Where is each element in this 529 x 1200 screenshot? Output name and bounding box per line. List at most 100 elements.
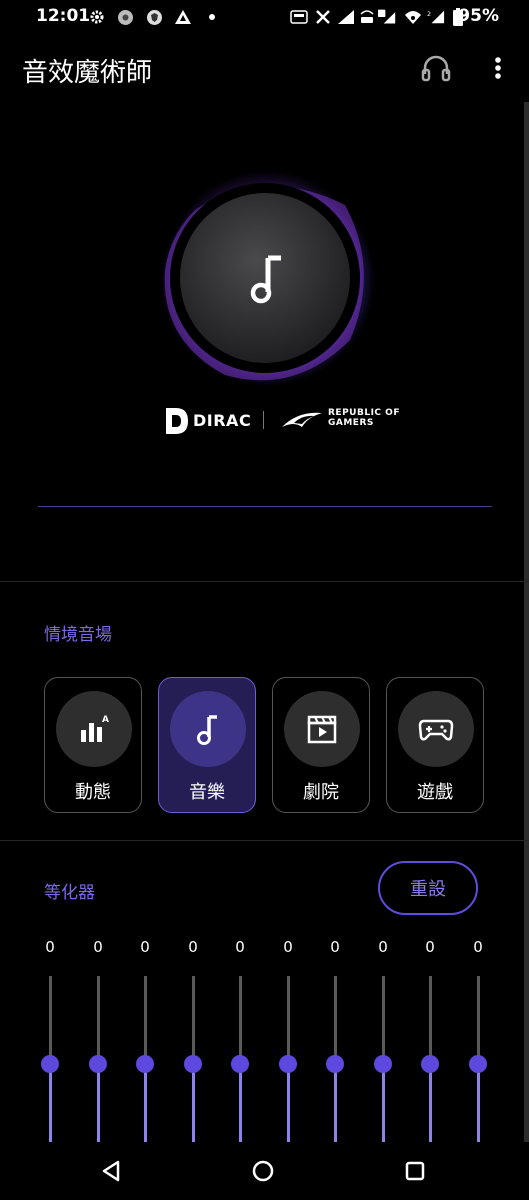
eq-band-value: 0 — [235, 938, 245, 956]
eq-slider-fill[interactable] — [381, 1064, 385, 1142]
status-bar: 12:01 2 95% — [0, 0, 529, 34]
rog-eye-logo-icon — [282, 412, 322, 427]
reset-button[interactable]: 重設 — [378, 861, 478, 915]
scene-label: 音樂 — [189, 782, 225, 803]
back-triangle-icon — [102, 1160, 120, 1182]
scene-card-music[interactable]: 音樂 — [158, 677, 256, 813]
eq-slider-thumb[interactable] — [136, 1055, 154, 1073]
eq-band-value: 0 — [283, 938, 293, 956]
navigation-bar — [0, 1142, 529, 1200]
more-vert-icon — [495, 57, 501, 79]
eq-slider-thumb[interactable] — [326, 1055, 344, 1073]
page-title: 音效魔術師 — [22, 58, 153, 88]
eq-slider-fill[interactable] — [48, 1064, 52, 1142]
eq-slider-fill[interactable] — [238, 1064, 242, 1142]
eq-band-value: 0 — [473, 938, 483, 956]
more-options-button[interactable] — [484, 50, 512, 86]
sound-mode-visual[interactable] — [135, 150, 395, 410]
recents-square-icon — [405, 1161, 425, 1181]
eq-slider-track[interactable] — [333, 976, 337, 1064]
headphones-button[interactable] — [418, 50, 454, 86]
section-divider — [0, 840, 529, 841]
scene-card-game[interactable]: 遊戲 — [386, 677, 484, 813]
gamepad-icon — [418, 719, 454, 741]
eq-slider-fill[interactable] — [286, 1064, 290, 1142]
dot-icon — [203, 8, 221, 26]
eq-slider-fill[interactable] — [191, 1064, 195, 1142]
brand-logos: DIRAC REPUBLIC OF GAMERS — [165, 405, 415, 439]
eq-slider-track[interactable] — [381, 976, 385, 1064]
scene-card-theater[interactable]: 劇院 — [272, 677, 370, 813]
eq-slider-track[interactable] — [428, 976, 432, 1064]
scene-icon-bg — [170, 691, 246, 767]
eq-band-value: 0 — [188, 938, 198, 956]
rog-line-2: GAMERS — [328, 418, 374, 428]
eq-slider-thumb[interactable] — [184, 1055, 202, 1073]
eq-slider-thumb[interactable] — [89, 1055, 107, 1073]
equalizer-title: 等化器 — [44, 883, 95, 903]
signal-vowifi-icon — [337, 8, 355, 26]
eq-slider-thumb[interactable] — [469, 1055, 487, 1073]
dirac-wordmark: DIRAC — [193, 411, 252, 430]
svg-text:A: A — [102, 715, 109, 725]
eq-band-value: 0 — [330, 938, 340, 956]
svg-text:2: 2 — [427, 11, 431, 18]
brand-divider — [263, 411, 264, 429]
x-icon — [314, 8, 332, 26]
scrollbar[interactable] — [524, 102, 529, 1142]
eq-band-value: 0 — [140, 938, 150, 956]
eq-slider-fill[interactable] — [143, 1064, 147, 1142]
hz-icon — [290, 8, 308, 26]
dynamic-bars-icon: A — [81, 715, 109, 742]
scene-icon-bg — [284, 691, 360, 767]
signal-1-icon — [378, 8, 396, 26]
gear-icon — [88, 8, 106, 26]
home-button[interactable] — [248, 1156, 278, 1186]
eq-slider-track[interactable] — [238, 976, 242, 1064]
section-divider — [0, 581, 529, 582]
eq-band-value: 0 — [378, 938, 388, 956]
eq-slider-fill[interactable] — [96, 1064, 100, 1142]
dirac-logo-icon — [166, 408, 188, 434]
scene-label: 遊戲 — [417, 782, 453, 803]
back-button[interactable] — [96, 1156, 126, 1186]
scene-section-title: 情境音場 — [44, 625, 112, 645]
eq-slider-fill[interactable] — [428, 1064, 432, 1142]
eq-slider-track[interactable] — [48, 976, 52, 1064]
rog-wordmark: REPUBLIC OF GAMERS — [328, 408, 400, 428]
scene-label: 動態 — [75, 782, 111, 803]
scene-label: 劇院 — [303, 782, 339, 803]
battery-percent: 95% — [458, 6, 499, 26]
eq-slider-thumb[interactable] — [231, 1055, 249, 1073]
eq-slider-fill[interactable] — [333, 1064, 337, 1142]
eq-slider-thumb[interactable] — [374, 1055, 392, 1073]
rog-line-1: REPUBLIC OF — [328, 408, 400, 418]
shield-icon — [145, 8, 163, 26]
eq-slider-track[interactable] — [476, 976, 480, 1064]
visual-divider — [38, 506, 492, 507]
eq-band-value: 0 — [45, 938, 55, 956]
eq-slider-track[interactable] — [191, 976, 195, 1064]
eq-slider-track[interactable] — [286, 976, 290, 1064]
headphones-icon — [421, 55, 451, 82]
eq-band-value: 0 — [93, 938, 103, 956]
recents-button[interactable] — [400, 1156, 430, 1186]
wifi-icon — [404, 8, 422, 26]
eq-slider-thumb[interactable] — [41, 1055, 59, 1073]
eq-slider-thumb[interactable] — [279, 1055, 297, 1073]
eq-slider-track[interactable] — [96, 976, 100, 1064]
status-time: 12:01 — [36, 6, 91, 26]
globe-icon — [116, 8, 134, 26]
eq-slider-thumb[interactable] — [421, 1055, 439, 1073]
eq-band-value: 0 — [425, 938, 435, 956]
eq-slider-track[interactable] — [143, 976, 147, 1064]
scene-icon-bg: A — [56, 691, 132, 767]
lte-icon — [358, 8, 376, 26]
music-note-icon — [197, 715, 217, 745]
movie-clapper-icon — [307, 715, 337, 744]
eq-slider-fill[interactable] — [476, 1064, 480, 1142]
scene-card-dynamic[interactable]: A 動態 — [44, 677, 142, 813]
triangle-icon — [174, 8, 192, 26]
scene-icon-bg — [398, 691, 474, 767]
home-circle-icon — [252, 1160, 274, 1182]
